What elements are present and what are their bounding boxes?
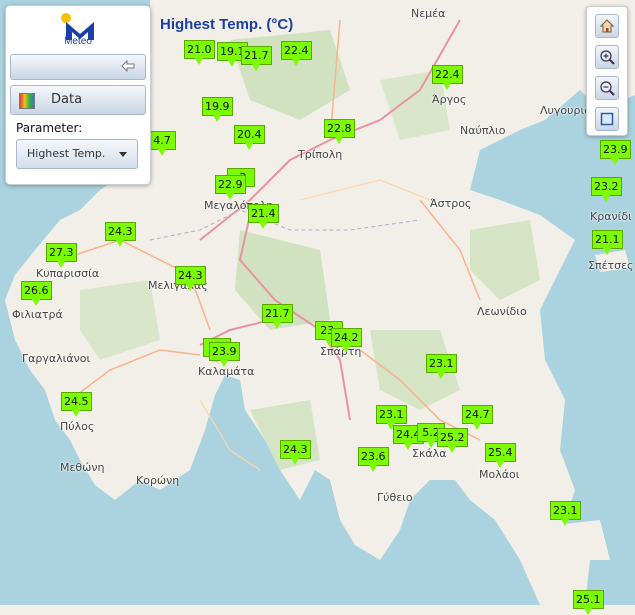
place-label: Κυπαρισσία [36, 267, 100, 280]
place-label: Άστρος [430, 197, 472, 210]
map-controls [586, 6, 628, 136]
temperature-marker[interactable]: 21.4 [248, 204, 279, 229]
collapse-panel-button[interactable] [10, 54, 146, 80]
temperature-marker[interactable]: 21.0 [184, 40, 215, 65]
temperature-marker[interactable]: 22.4 [432, 65, 463, 90]
temperature-marker[interactable]: 24.3 [105, 222, 136, 247]
temperature-marker[interactable]: 22.9 [215, 175, 246, 200]
chevron-down-icon [119, 152, 127, 157]
place-label: Σπέτσες [588, 259, 634, 272]
temperature-marker[interactable]: 26.6 [21, 281, 52, 306]
temperature-marker[interactable]: 24.5 [61, 392, 92, 417]
temperature-marker[interactable]: 22.8 [324, 119, 355, 144]
control-panel: Meteo Data Parameter: Highest Temp. [5, 5, 151, 185]
data-button-label: Data [51, 92, 83, 107]
temperature-marker[interactable]: 23.6 [358, 447, 389, 472]
place-label: Λεωνίδιο [477, 305, 527, 318]
place-label: Γαργαλιάνοι [22, 352, 91, 365]
home-button[interactable] [595, 14, 619, 38]
temperature-marker[interactable]: 23.9 [600, 140, 631, 165]
temperature-marker[interactable]: 23.9 [209, 342, 240, 367]
temperature-marker[interactable]: 27.3 [46, 243, 77, 268]
zoom-in-icon [600, 50, 615, 65]
temperature-marker[interactable]: 24.3 [280, 440, 311, 465]
place-label: Σκάλα [412, 447, 447, 460]
temperature-marker[interactable]: 20.4 [234, 125, 265, 150]
place-label: Λυγουριό [540, 104, 591, 117]
temperature-marker[interactable]: 21.7 [241, 46, 272, 71]
temperature-marker[interactable]: 23.1 [426, 354, 457, 379]
parameter-label: Parameter: [16, 121, 83, 135]
zoom-in-button[interactable] [595, 45, 619, 69]
temperature-marker[interactable]: 24.7 [462, 405, 493, 430]
temperature-marker[interactable]: 23.2 [591, 177, 622, 202]
place-label: Κορώνη [136, 474, 180, 487]
place-label: Γύθειο [377, 491, 413, 504]
data-button[interactable]: Data [10, 85, 146, 115]
parameter-selected-value: Highest Temp. [27, 147, 106, 160]
parameter-select[interactable]: Highest Temp. [16, 139, 138, 169]
temperature-marker[interactable]: 21.7 [262, 304, 293, 329]
extent-icon [600, 112, 614, 126]
temperature-marker[interactable]: 23.1 [550, 501, 581, 526]
place-label: Ναύπλιο [460, 124, 506, 137]
logo-text: Meteo [64, 36, 92, 47]
arrow-left-icon [121, 60, 135, 72]
temperature-marker[interactable]: 21.1 [592, 230, 623, 255]
place-label: Φιλιατρά [12, 308, 63, 321]
temperature-marker[interactable]: 25.4 [485, 443, 516, 468]
zoom-out-button[interactable] [595, 76, 619, 100]
map-title: Highest Temp. (°C) [160, 16, 294, 33]
temperature-marker[interactable]: 19.9 [202, 97, 233, 122]
temperature-marker[interactable]: 25.2 [437, 428, 468, 453]
zoom-out-icon [600, 81, 615, 96]
home-icon [599, 19, 615, 33]
temperature-marker[interactable]: 24.2 [331, 328, 362, 353]
place-label: Πύλος [60, 420, 95, 433]
place-label: Νεμέα [411, 7, 446, 20]
place-label: Τρίπολη [298, 148, 343, 161]
temperature-marker[interactable]: 25.1 [573, 590, 604, 615]
place-label: Μολάοι [479, 468, 520, 481]
place-label: Κρανίδι [590, 210, 632, 223]
temperature-marker[interactable]: 22.4 [281, 41, 312, 66]
fit-extent-button[interactable] [595, 107, 619, 131]
temperature-marker[interactable]: 23.1 [376, 405, 407, 430]
place-label: Μεθώνη [60, 461, 105, 474]
temperature-marker[interactable]: 4.7 [148, 131, 176, 156]
place-label: Άργος [432, 93, 467, 106]
temperature-marker[interactable]: 24.3 [175, 266, 206, 291]
palette-icon [19, 93, 35, 109]
